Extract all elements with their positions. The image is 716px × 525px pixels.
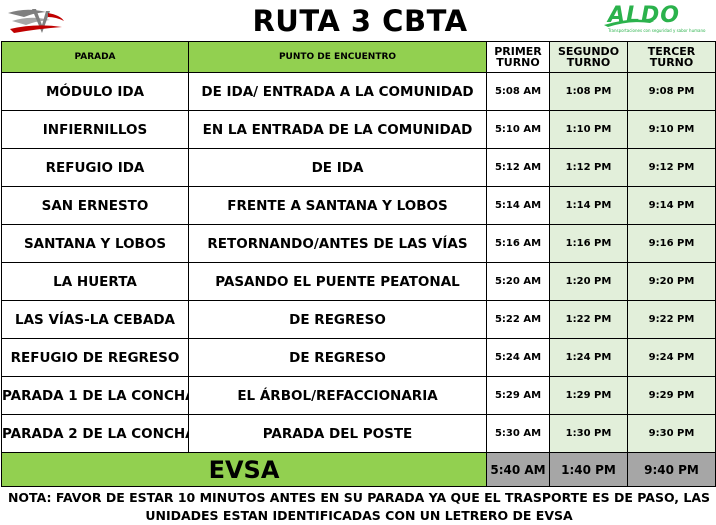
tercer-turno-cell: 9:24 PM <box>627 338 716 377</box>
table-header-row: PARADA PUNTO DE ENCUENTRO PRIMER TURNO S… <box>1 41 716 73</box>
table-row: PARADA 1 DE LA CONCHA EL ÁRBOL/REFACCIONA… <box>1 376 716 415</box>
meeting-point-cell: EN LA ENTRADA DE LA COMUNIDAD <box>188 110 487 149</box>
segundo-turno-cell: 1:08 PM <box>549 72 628 111</box>
col-header-tercer-turno: TERCER TURNO <box>627 41 716 73</box>
meeting-point-cell: DE REGRESO <box>188 338 487 377</box>
segundo-turno-cell: 1:29 PM <box>549 376 628 415</box>
segundo-turno-cell: 1:10 PM <box>549 110 628 149</box>
meeting-point-cell: DE IDA/ ENTRADA A LA COMUNIDAD <box>188 72 487 111</box>
segundo-turno-cell: 1:20 PM <box>549 262 628 301</box>
header: RUTA 3 CBTA ALDO Transportaciones con se… <box>0 0 716 41</box>
evsa-primer-turno: 5:40 AM <box>486 452 550 487</box>
table-row: SANTANA Y LOBOS RETORNANDO/ANTES DE LAS V… <box>1 224 716 263</box>
stop-name-cell: SAN ERNESTO <box>1 186 189 225</box>
stop-name-cell: SANTANA Y LOBOS <box>1 224 189 263</box>
tercer-turno-cell: 9:12 PM <box>627 148 716 187</box>
evsa-tercer-turno: 9:40 PM <box>627 452 716 487</box>
segundo-turno-cell: 1:24 PM <box>549 338 628 377</box>
segundo-turno-cell: 1:22 PM <box>549 300 628 339</box>
meeting-point-cell: RETORNANDO/ANTES DE LAS VÍAS <box>188 224 487 263</box>
meeting-point-cell: DE IDA <box>188 148 487 187</box>
stop-name-cell: LA HUERTA <box>1 262 189 301</box>
segundo-turno-cell: 1:14 PM <box>549 186 628 225</box>
meeting-point-cell: PARADA DEL POSTE <box>188 414 487 453</box>
primer-turno-cell: 5:30 AM <box>486 414 550 453</box>
evsa-segundo-turno: 1:40 PM <box>549 452 628 487</box>
tercer-turno-cell: 9:29 PM <box>627 376 716 415</box>
table-row: INFIERNILLOS EN LA ENTRADA DE LA COMUNIDA… <box>1 110 716 149</box>
stop-name-cell: MÓDULO IDA <box>1 72 189 111</box>
aldo-tagline: Transportaciones con seguridad y sabor h… <box>608 28 706 33</box>
meeting-point-cell: EL ÁRBOL/REFACCIONARIA <box>188 376 487 415</box>
primer-turno-cell: 5:24 AM <box>486 338 550 377</box>
table-row: LAS VÍAS-LA CEBADA DE REGRESO 5:22 AM 1:22 … <box>1 300 716 339</box>
primer-turno-cell: 5:12 AM <box>486 148 550 187</box>
primer-turno-cell: 5:16 AM <box>486 224 550 263</box>
evsa-row: EVSA 5:40 AM 1:40 PM 9:40 PM <box>1 452 716 487</box>
tercer-turno-cell: 9:22 PM <box>627 300 716 339</box>
tercer-turno-cell: 9:20 PM <box>627 262 716 301</box>
note-text: NOTA: FAVOR DE ESTAR 10 MINUTOS ANTES EN… <box>7 490 711 523</box>
primer-turno-cell: 5:14 AM <box>486 186 550 225</box>
col-header-primer-turno: PRIMER TURNO <box>486 41 550 73</box>
primer-turno-cell: 5:08 AM <box>486 72 550 111</box>
evsa-label: EVSA <box>1 452 487 487</box>
primer-turno-cell: 5:20 AM <box>486 262 550 301</box>
route-schedule-table: PARADA PUNTO DE ENCUENTRO PRIMER TURNO S… <box>1 41 716 487</box>
meeting-point-cell: DE REGRESO <box>188 300 487 339</box>
primer-turno-cell: 5:22 AM <box>486 300 550 339</box>
tercer-turno-cell: 9:30 PM <box>627 414 716 453</box>
col-header-parada: PARADA <box>1 41 189 73</box>
table-row: LA HUERTA PASANDO EL PUENTE PEATONAL 5:20 … <box>1 262 716 301</box>
stop-name-cell: REFUGIO DE REGRESO <box>1 338 189 377</box>
primer-turno-cell: 5:29 AM <box>486 376 550 415</box>
table-row: PARADA 2 DE LA CONCHA PARADA DEL POSTE 5:3… <box>1 414 716 453</box>
table-row: REFUGIO IDA DE IDA 5:12 AM 1:12 PM 9:12 PM <box>1 148 716 187</box>
tercer-turno-cell: 9:10 PM <box>627 110 716 149</box>
aldo-brand-text: ALDO <box>608 3 681 28</box>
table-row: REFUGIO DE REGRESO DE REGRESO 5:24 AM 1:24 … <box>1 338 716 377</box>
tercer-turno-cell: 9:16 PM <box>627 224 716 263</box>
cbta-wing-logo-icon <box>8 9 64 33</box>
primer-turno-cell: 5:10 AM <box>486 110 550 149</box>
stop-name-cell: PARADA 2 DE LA CONCHA <box>1 414 189 453</box>
col-header-punto-encuentro: PUNTO DE ENCUENTRO <box>188 41 487 73</box>
stop-name-cell: LAS VÍAS-LA CEBADA <box>1 300 189 339</box>
stop-name-cell: PARADA 1 DE LA CONCHA <box>1 376 189 415</box>
stop-name-cell: REFUGIO IDA <box>1 148 189 187</box>
meeting-point-cell: PASANDO EL PUENTE PEATONAL <box>188 262 487 301</box>
aldo-logo: ALDO Transportaciones con seguridad y sa… <box>600 3 710 39</box>
table-row: SAN ERNESTO FRENTE A SANTANA Y LOBOS 5:14 … <box>1 186 716 225</box>
segundo-turno-cell: 1:30 PM <box>549 414 628 453</box>
stop-name-cell: INFIERNILLOS <box>1 110 189 149</box>
table-row: MÓDULO IDA DE IDA/ ENTRADA A LA COMUNIDAD… <box>1 72 716 111</box>
col-header-segundo-turno: SEGUNDO TURNO <box>549 41 628 73</box>
tercer-turno-cell: 9:08 PM <box>627 72 716 111</box>
segundo-turno-cell: 1:16 PM <box>549 224 628 263</box>
page-title: RUTA 3 CBTA <box>252 4 468 38</box>
meeting-point-cell: FRENTE A SANTANA Y LOBOS <box>188 186 487 225</box>
segundo-turno-cell: 1:12 PM <box>549 148 628 187</box>
tercer-turno-cell: 9:14 PM <box>627 186 716 225</box>
